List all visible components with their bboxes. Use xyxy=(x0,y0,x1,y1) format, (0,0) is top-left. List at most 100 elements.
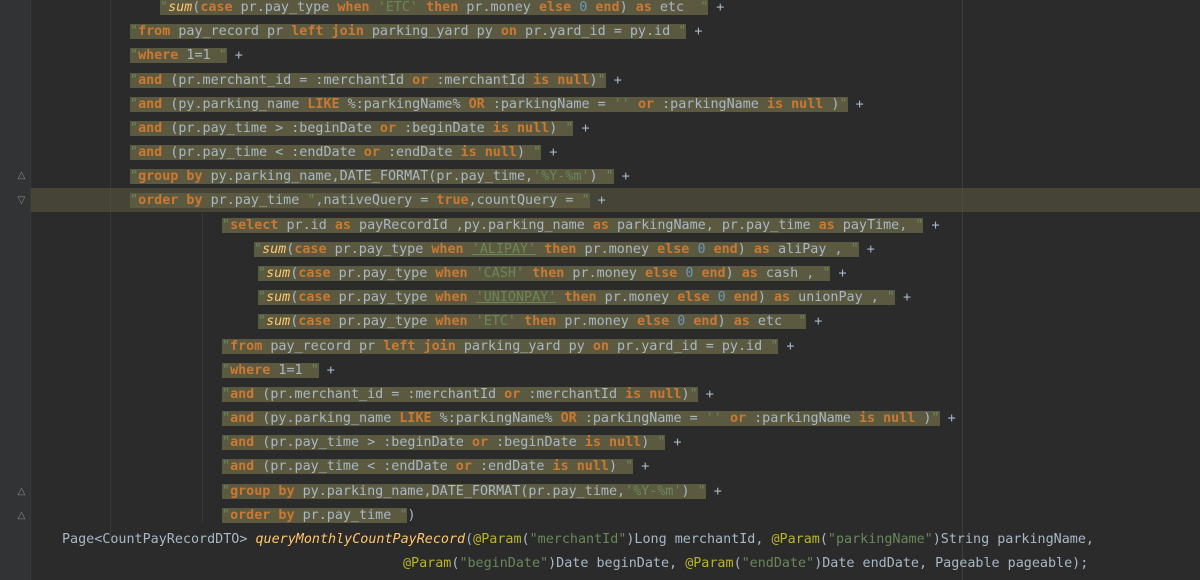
code-token: '%Y-%m' xyxy=(625,483,682,499)
code-token: + xyxy=(847,96,872,112)
code-line[interactable]: "from pay_record pr left join parking_ya… xyxy=(130,20,711,44)
code-token: ) xyxy=(619,0,636,15)
indent-guide xyxy=(110,0,111,540)
code-token: 0 xyxy=(697,241,706,257)
code-token: ) xyxy=(549,120,566,136)
code-token: " xyxy=(254,241,263,257)
code-token: pr.pay_type xyxy=(232,0,338,15)
code-token: " xyxy=(697,483,706,499)
code-token: " xyxy=(581,193,590,209)
code-token: OR xyxy=(468,96,485,112)
code-token: and xyxy=(230,435,255,451)
code-line[interactable]: "and (pr.merchant_id = :merchantId or :m… xyxy=(130,69,630,93)
code-token: is null xyxy=(766,96,824,112)
code-token: )String parkingName, xyxy=(932,531,1094,547)
code-line[interactable]: "and (py.parking_name LIKE %:parkingName… xyxy=(222,407,964,431)
code-line[interactable]: "and (pr.pay_time < :endDate or :endDate… xyxy=(130,141,565,165)
code-token: when xyxy=(435,265,468,281)
code-token: (pr.pay_time < :endDate xyxy=(162,145,364,161)
code-line[interactable]: "group by py.parking_name,DATE_FORMAT(pr… xyxy=(222,480,730,504)
code-token: + xyxy=(939,411,964,427)
code-token: " xyxy=(258,314,267,330)
code-token: @Param xyxy=(473,531,522,547)
code-token: pay_record pr xyxy=(170,24,292,40)
code-token: (py.parking_name xyxy=(254,411,400,427)
code-token: pr.pay_type xyxy=(326,241,432,257)
code-token: ) xyxy=(681,483,698,499)
code-token: '' xyxy=(705,411,722,427)
fold-marker-icon[interactable]: ▽ xyxy=(16,195,27,206)
code-token: :merchantId xyxy=(428,72,534,88)
code-line[interactable]: "sum(case pr.pay_type when 'UNIONPAY' th… xyxy=(258,286,919,310)
code-line[interactable]: "and (pr.pay_time < :endDate or :endDate… xyxy=(222,455,657,479)
code-line[interactable]: "and (py.parking_name LIKE %:parkingName… xyxy=(130,93,872,117)
code-token: queryMonthlyCountPayRecord xyxy=(255,531,466,547)
code-token: then xyxy=(524,314,557,330)
code-line[interactable]: "order by pr.pay_time ") xyxy=(222,504,416,528)
code-line[interactable]: "and (pr.pay_time > :beginDate or :begin… xyxy=(222,431,690,455)
code-line[interactable]: "sum(case pr.pay_type when 'ETC' then pr… xyxy=(258,310,830,334)
indent-guide xyxy=(202,212,203,522)
code-token: and xyxy=(230,411,255,427)
code-token: " xyxy=(130,96,139,112)
code-line[interactable]: "select pr.id as payRecordId ,py.parking… xyxy=(222,214,948,238)
code-token: ) xyxy=(757,290,774,306)
fold-marker-icon[interactable]: △ xyxy=(16,510,27,521)
code-token xyxy=(709,290,718,306)
code-token: '%Y-%m' xyxy=(533,169,590,185)
code-token: when xyxy=(435,290,468,306)
code-token: " xyxy=(130,72,139,88)
code-token: " xyxy=(222,507,231,523)
code-line[interactable]: "and (pr.merchant_id = :merchantId or :m… xyxy=(222,383,722,407)
code-token: then xyxy=(532,265,565,281)
code-token: (pr.merchant_id = :merchantId xyxy=(254,386,505,402)
code-token: is null xyxy=(460,145,517,161)
code-token: @Param xyxy=(403,556,452,572)
code-token: " xyxy=(222,411,231,427)
code-token: pay_record pr xyxy=(262,338,384,354)
code-token: else xyxy=(538,0,572,15)
code-token: + xyxy=(573,120,598,136)
code-token: sum xyxy=(262,241,287,257)
code-token: ( xyxy=(733,556,742,572)
code-line[interactable]: "where 1=1 " + xyxy=(130,44,251,68)
code-token: end xyxy=(733,290,758,306)
code-token: (pr.pay_time > :beginDate xyxy=(162,120,380,136)
fold-marker-icon[interactable]: △ xyxy=(16,486,27,497)
code-token: as xyxy=(334,217,351,233)
code-line[interactable]: "where 1=1 " + xyxy=(222,359,343,383)
code-token: unionPay , xyxy=(790,290,887,306)
code-token: :parkingName xyxy=(746,411,859,427)
code-token: 'CASH' xyxy=(475,265,525,281)
fold-marker-icon[interactable]: △ xyxy=(16,170,27,181)
code-token xyxy=(369,0,378,15)
code-token: ) xyxy=(725,265,742,281)
code-token: )Date beginDate, xyxy=(548,556,686,572)
code-token: + xyxy=(894,290,920,306)
code-line[interactable]: "order by pr.pay_time ",nativeQuery = tr… xyxy=(130,189,614,213)
code-token: or xyxy=(471,435,489,451)
code-line[interactable]: "group by py.parking_name,DATE_FORMAT(pr… xyxy=(130,165,638,189)
code-line[interactable]: "sum(case pr.pay_type when 'ETC' then pr… xyxy=(160,0,732,20)
code-token: pr.pay_time xyxy=(294,507,400,523)
code-token: then xyxy=(426,0,459,15)
code-token: case xyxy=(294,241,327,257)
code-token: and xyxy=(138,72,163,88)
code-token: is null xyxy=(552,459,609,475)
code-token: " xyxy=(222,483,231,499)
code-token: )Date endDate, Pageable pageable); xyxy=(814,556,1089,572)
code-token: case xyxy=(298,314,331,330)
code-token: when xyxy=(435,314,468,330)
code-line[interactable]: "from pay_record pr left join parking_ya… xyxy=(222,335,803,359)
code-line[interactable]: @Param("beginDate")Date beginDate, @Para… xyxy=(403,552,1088,576)
code-line[interactable]: Page<CountPayRecordDTO> queryMonthlyCoun… xyxy=(62,528,1094,552)
code-token: order by xyxy=(138,193,203,209)
code-token: + xyxy=(226,48,251,64)
code-token: pr.pay_time xyxy=(202,193,308,209)
code-token xyxy=(467,265,476,281)
code-line[interactable]: "sum(case pr.pay_type when 'CASH' then p… xyxy=(258,262,855,286)
code-token: :merchantId xyxy=(520,386,626,402)
code-token: end xyxy=(713,241,738,257)
code-line[interactable]: "sum(case pr.pay_type when 'ALIPAY' then… xyxy=(254,238,883,262)
code-line[interactable]: "and (pr.pay_time > :beginDate or :begin… xyxy=(130,117,598,141)
